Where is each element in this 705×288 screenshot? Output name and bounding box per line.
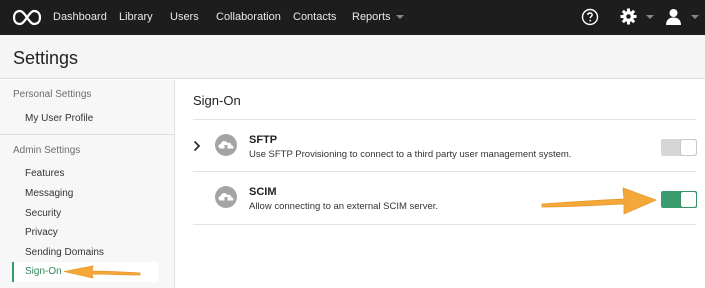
row-desc-sftp: Use SFTP Provisioning to connect to a th… <box>249 149 572 160</box>
top-nav: Dashboard Library Users Collaboration Co… <box>0 0 705 35</box>
row-title-sftp: SFTP <box>249 134 278 146</box>
user-chevron-down-icon[interactable] <box>691 15 699 19</box>
toggle-knob <box>681 192 696 207</box>
sidebar-item-messaging[interactable]: Messaging <box>25 188 73 199</box>
chevron-right-icon[interactable] <box>193 140 201 152</box>
sidebar-item-privacy[interactable]: Privacy <box>25 227 58 238</box>
gear-icon[interactable] <box>620 8 637 25</box>
row-divider <box>193 171 696 172</box>
row-desc-scim: Allow connecting to an external SCIM ser… <box>249 201 439 212</box>
help-icon[interactable] <box>581 8 599 26</box>
sidebar-item-sign-on-label: Sign-On <box>25 266 62 277</box>
scim-toggle[interactable] <box>661 191 697 208</box>
row-divider <box>193 119 696 120</box>
nav-library[interactable]: Library <box>119 11 153 23</box>
sidebar-section-admin: Admin Settings <box>13 145 81 156</box>
page-title: Settings <box>13 48 79 68</box>
pointer-arrow <box>63 265 141 279</box>
chevron-down-icon <box>395 15 404 20</box>
gear-chevron-down-icon[interactable] <box>646 15 654 19</box>
nav-dashboard[interactable]: Dashboard <box>53 11 107 23</box>
page-header: Settings <box>0 35 705 79</box>
nav-contacts[interactable]: Contacts <box>293 11 336 23</box>
row-title-scim: SCIM <box>249 186 277 198</box>
sidebar-item-my-user-profile[interactable]: My User Profile <box>25 113 93 124</box>
nav-collaboration[interactable]: Collaboration <box>216 11 281 23</box>
sidebar-item-security[interactable]: Security <box>25 208 61 219</box>
sidebar-section-personal: Personal Settings <box>13 89 92 100</box>
pointer-arrow <box>541 187 658 215</box>
sidebar-item-features[interactable]: Features <box>25 168 64 179</box>
logo-icon[interactable] <box>12 9 42 26</box>
section-title: Sign-On <box>193 93 241 108</box>
user-icon[interactable] <box>665 8 682 25</box>
toggle-knob <box>681 140 696 155</box>
nav-reports[interactable]: Reports <box>352 11 404 23</box>
cloud-icon <box>215 186 237 208</box>
cloud-icon <box>215 134 237 156</box>
nav-reports-label: Reports <box>352 11 391 23</box>
row-divider <box>193 224 696 225</box>
sftp-toggle[interactable] <box>661 139 697 156</box>
nav-users[interactable]: Users <box>170 11 199 23</box>
sidebar-divider <box>0 134 175 135</box>
